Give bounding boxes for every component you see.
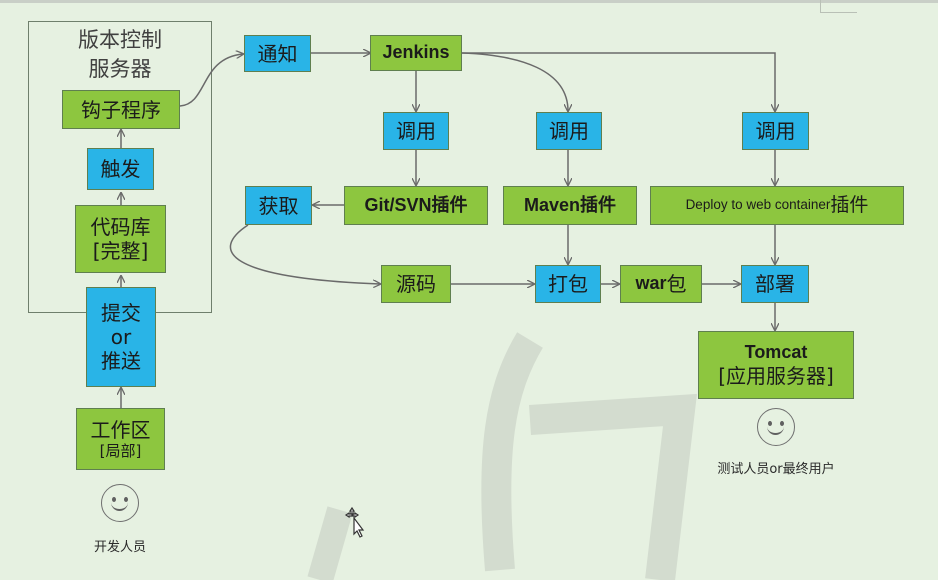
tomcat-role: [应用服务器]: [718, 363, 834, 388]
developer-label: 开发人员: [93, 540, 146, 555]
war-suffix: 包: [666, 272, 687, 296]
deploy-plugin-name: Deploy to web container: [685, 197, 831, 213]
tester-smiley-icon: [757, 408, 795, 446]
tester-label: 测试人员: [717, 462, 770, 477]
notify-node: 通知: [244, 35, 311, 72]
commit-or-push-node: 提交 or 推送: [86, 287, 156, 387]
call-node-deploy: 调用: [742, 112, 809, 150]
fetch-node: 获取: [245, 186, 312, 225]
trigger-node: 触发: [87, 148, 154, 190]
deploy-plugin-suffix: 插件: [830, 194, 869, 217]
war-package-node: war 包: [620, 265, 702, 303]
package-node: 打包: [535, 265, 601, 303]
deploy-node: 部署: [741, 265, 809, 303]
tomcat-node: Tomcat [应用服务器]: [698, 331, 854, 399]
call-node-maven: 调用: [536, 112, 602, 150]
enduser-label: 最终用户: [782, 462, 835, 477]
workspace-scope: [局部]: [99, 442, 142, 460]
code-repository-node: 代码库 [完整]: [75, 205, 166, 273]
deploy-plugin-node: Deploy to web container 插件: [650, 186, 904, 225]
war-label: war: [635, 273, 667, 294]
workspace-node: 工作区 [局部]: [76, 408, 165, 470]
developer-smiley-icon: [101, 484, 139, 522]
jenkins-node: Jenkins: [370, 35, 462, 71]
workspace-label: 工作区: [90, 418, 151, 442]
source-code-node: 源码: [381, 265, 451, 303]
git-svn-plugin-node: Git/SVN插件: [344, 186, 488, 225]
maven-plugin-node: Maven插件: [503, 186, 637, 225]
tester-or-enduser-label: 测试人员or最终用户: [700, 458, 852, 477]
call-node-git: 调用: [383, 112, 449, 150]
tomcat-label: Tomcat: [744, 342, 808, 363]
hook-program-node: 钩子程序: [62, 90, 180, 129]
tester-or: or: [769, 462, 783, 477]
move-cursor-icon: [344, 506, 365, 538]
